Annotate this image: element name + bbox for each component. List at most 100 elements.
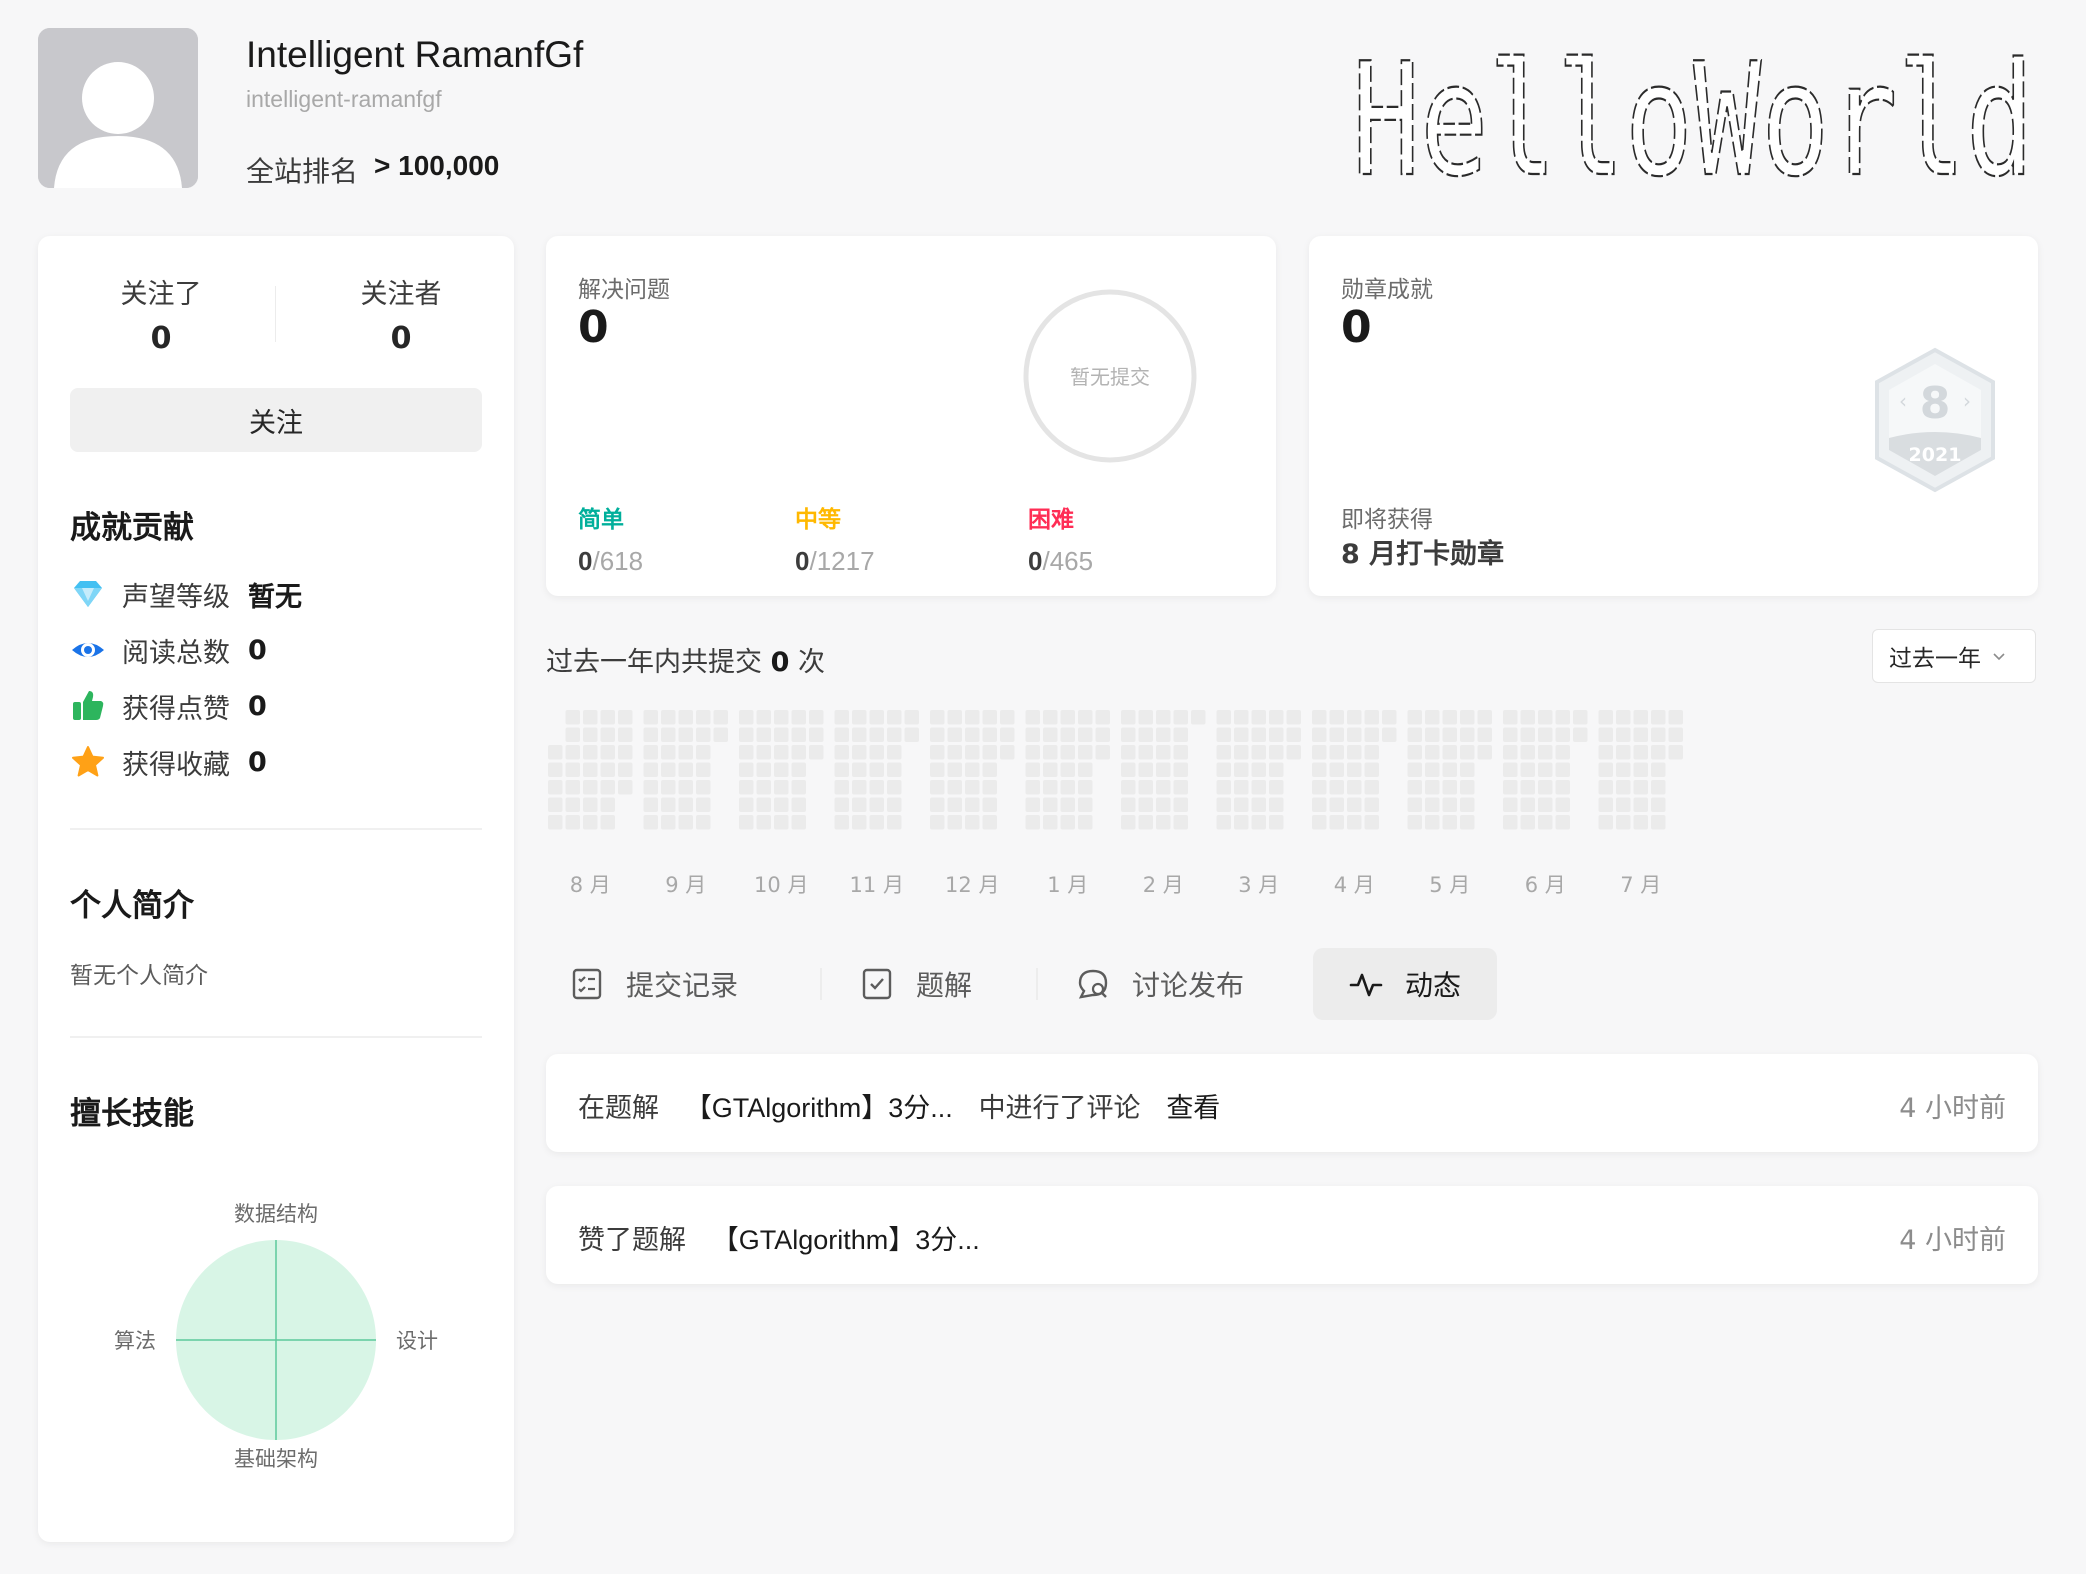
- heatmap-day-cell: [739, 797, 754, 812]
- heatmap-day-cell: [852, 797, 867, 812]
- heatmap-day-cell: [1538, 815, 1553, 830]
- profile-sidebar-card: 关注了 0 关注者 0 关注 成就贡献 声望等级 暂无 阅读总数 0 获得点赞 …: [38, 236, 514, 1542]
- heatmap-day-cell: [643, 762, 658, 777]
- heatmap-day-cell: [774, 780, 789, 795]
- activity-item[interactable]: 赞了题解 【GTAlgorithm】3分... 4 小时前: [546, 1186, 2038, 1284]
- followers-stat[interactable]: 关注者 0: [296, 272, 506, 356]
- heatmap-day-cell: [1347, 727, 1362, 742]
- heatmap-day-cell: [696, 797, 711, 812]
- heatmap-day-cell: [1425, 797, 1440, 812]
- heatmap-day-cell: [678, 727, 693, 742]
- heatmap-day-cell: [756, 745, 771, 760]
- heatmap-day-cell: [1269, 815, 1284, 830]
- upcoming-badge-icon[interactable]: 8 ‹ › 2021: [1869, 346, 2001, 494]
- heatmap-day-cell: [1633, 762, 1648, 777]
- activity-solution-title[interactable]: 【GTAlgorithm】3分...: [712, 1225, 980, 1255]
- heatmap-day-cell: [1668, 710, 1683, 725]
- heatmap-day-cell: [1538, 710, 1553, 725]
- heatmap-day-cell: [1138, 797, 1153, 812]
- favorites-label: 获得收藏: [122, 749, 230, 781]
- section-divider: [70, 828, 482, 830]
- heatmap-day-cell: [1286, 727, 1301, 742]
- reputation-label: 声望等级: [122, 581, 230, 613]
- svg-text:›: ›: [1963, 389, 1971, 413]
- heatmap-day-cell: [565, 727, 580, 742]
- heatmap-day-cell: [791, 745, 806, 760]
- heatmap-day-cell: [1407, 815, 1422, 830]
- activity-item[interactable]: 在题解 【GTAlgorithm】3分... 中进行了评论 查看 4 小时前: [546, 1054, 2038, 1152]
- heatmap-day-cell: [1251, 815, 1266, 830]
- heatmap-day-cell: [1364, 727, 1379, 742]
- following-stat[interactable]: 关注了 0: [56, 272, 266, 356]
- heatmap-day-cell: [1078, 710, 1093, 725]
- heatmap-day-cell: [834, 780, 849, 795]
- tab-discussions[interactable]: 讨论发布: [1076, 948, 1286, 1020]
- heatmap-day-cell: [565, 780, 580, 795]
- heatmap-day-cell: [1060, 797, 1075, 812]
- heatmap-day-cell: [678, 710, 693, 725]
- heatmap-day-cell: [739, 815, 754, 830]
- heatmap-day-cell: [548, 780, 563, 795]
- heatmap-day-cell: [1234, 815, 1249, 830]
- heatmap-day-cell: [600, 780, 615, 795]
- tab-submissions[interactable]: 提交记录: [570, 948, 780, 1020]
- heatmap-day-cell: [739, 780, 754, 795]
- heatmap-day-cell: [930, 780, 945, 795]
- badges-count: 0: [1341, 302, 1372, 353]
- heatmap-day-cell: [1156, 780, 1171, 795]
- heatmap-day-cell: [1555, 780, 1570, 795]
- skill-axis-bottom: 基础架构: [234, 1447, 318, 1471]
- heatmap-day-cell: [1000, 727, 1015, 742]
- heatmap-day-cell: [1216, 797, 1231, 812]
- heatmap-day-cell: [930, 727, 945, 742]
- heatmap-day-cell: [1503, 710, 1518, 725]
- heatmap-day-cell: [774, 762, 789, 777]
- likes-stat: 获得点赞 0: [70, 686, 267, 726]
- heatmap-day-cell: [1251, 780, 1266, 795]
- activity-pulse-icon: [1349, 973, 1383, 997]
- heatmap-day-cell: [1043, 797, 1058, 812]
- follow-button[interactable]: 关注: [70, 388, 482, 452]
- heatmap-day-cell: [1520, 797, 1535, 812]
- heatmap-day-cell: [1312, 780, 1327, 795]
- avatar[interactable]: [38, 28, 198, 188]
- tab-solutions[interactable]: 题解: [860, 948, 1000, 1020]
- heatmap-day-cell: [678, 762, 693, 777]
- heatmap-day-cell: [661, 745, 676, 760]
- heatmap-day-cell: [1573, 727, 1588, 742]
- heatmap-day-cell: [1234, 727, 1249, 742]
- heatmap-day-cell: [1043, 815, 1058, 830]
- heatmap-day-cell: [1216, 780, 1231, 795]
- heatmap-day-cell: [1651, 745, 1666, 760]
- upcoming-badge-label: 即将获得: [1341, 507, 1433, 533]
- heatmap-day-cell: [1520, 762, 1535, 777]
- heatmap-day-cell: [1121, 762, 1136, 777]
- heatmap-day-cell: [930, 710, 945, 725]
- heatmap-day-cell: [1460, 745, 1475, 760]
- time-range-select[interactable]: 过去一年: [1872, 629, 2036, 683]
- heatmap-day-cell: [1329, 780, 1344, 795]
- rank-value: > 100,000: [374, 150, 500, 181]
- heatmap-day-cell: [1269, 762, 1284, 777]
- heatmap-day-cell: [565, 762, 580, 777]
- heatmap-day-cell: [1025, 815, 1040, 830]
- activity-solution-title[interactable]: 【GTAlgorithm】3分...: [685, 1093, 953, 1123]
- discussion-icon: [1078, 969, 1108, 999]
- activity-time: 4 小时前: [1899, 1093, 2006, 1124]
- heatmap-day-cell: [1633, 780, 1648, 795]
- tab-activity[interactable]: 动态: [1313, 948, 1497, 1020]
- heatmap-day-cell: [1078, 797, 1093, 812]
- heatmap-day-cell: [1633, 815, 1648, 830]
- heatmap-day-cell: [1025, 745, 1040, 760]
- heatmap-day-cell: [1364, 762, 1379, 777]
- heatmap-day-cell: [852, 727, 867, 742]
- heatmap-day-cell: [1173, 797, 1188, 812]
- heatmap-day-cell: [1442, 780, 1457, 795]
- heatmap-day-cell: [1503, 762, 1518, 777]
- view-link[interactable]: 查看: [1166, 1093, 1220, 1124]
- heatmap-day-cell: [1538, 797, 1553, 812]
- heatmap-day-cell: [869, 780, 884, 795]
- heatmap-day-cell: [1555, 710, 1570, 725]
- heatmap-day-cell: [1407, 780, 1422, 795]
- heatmap-day-cell: [1460, 710, 1475, 725]
